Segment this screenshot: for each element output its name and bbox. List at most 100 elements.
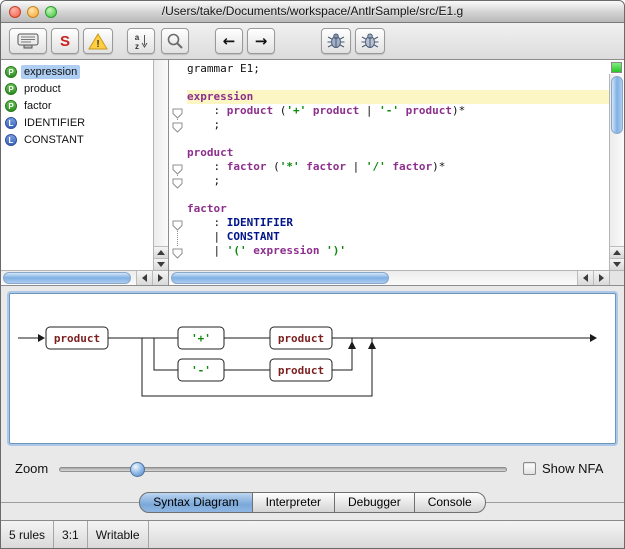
show-nfa-label: Show NFA — [542, 453, 603, 484]
rule-label: factor — [21, 99, 55, 113]
zoom-row: Zoom Show NFA — [1, 453, 624, 484]
zoom-slider-thumb[interactable] — [130, 462, 145, 477]
statusbar: 5 rules 3:1 Writable — [1, 520, 624, 549]
titlebar[interactable]: /Users/take/Documents/workspace/AntlrSam… — [1, 1, 624, 23]
scroll-up-button[interactable] — [610, 246, 624, 258]
svg-text:!: ! — [96, 39, 99, 50]
code-line — [187, 188, 609, 202]
rule-item-constant[interactable]: L CONSTANT — [1, 131, 153, 148]
tab-syntax-diagram[interactable]: Syntax Diagram — [139, 492, 252, 513]
scroll-down-button[interactable] — [610, 258, 624, 270]
show-nfa-checkbox[interactable] — [523, 462, 536, 475]
code-token: product — [406, 104, 452, 117]
rule-item-expression[interactable]: P expression — [1, 63, 153, 80]
code-token: : — [187, 216, 227, 229]
warnings-button[interactable]: ! — [83, 28, 113, 54]
debug-button[interactable] — [321, 28, 351, 54]
lexer-rule-icon: L — [5, 134, 17, 146]
sort-rules-icon: az — [133, 32, 149, 50]
scrollbar-thumb[interactable] — [3, 272, 131, 284]
loop-arrow-icon — [368, 341, 376, 349]
code-token: grammar E1; — [187, 62, 260, 75]
main-split: P expression P product P factor L IDENTI… — [1, 60, 624, 286]
code-token: | — [346, 160, 366, 173]
scroll-right-button[interactable] — [152, 271, 168, 285]
debug-remote-button[interactable] — [355, 28, 385, 54]
rule-label: IDENTIFIER — [21, 116, 88, 130]
code-token: product — [313, 104, 359, 117]
rule-item-factor[interactable]: P factor — [1, 97, 153, 114]
code-token: ( — [267, 160, 280, 173]
fold-marker-icon[interactable] — [172, 162, 183, 173]
rules-list: P expression P product P factor L IDENTI… — [1, 60, 153, 270]
window-title: /Users/take/Documents/workspace/AntlrSam… — [1, 1, 624, 22]
fold-marker-icon[interactable] — [172, 218, 183, 229]
scroll-left-button[interactable] — [577, 271, 593, 285]
node-label: product — [278, 332, 324, 345]
code-token: ; — [187, 174, 220, 187]
scroll-left-button[interactable] — [136, 271, 152, 285]
code-token: factor — [392, 160, 432, 173]
editor-code[interactable]: grammar E1; expression : product ('+' pr… — [187, 60, 609, 270]
lexer-rule-icon: L — [5, 117, 17, 129]
rule-item-product[interactable]: P product — [1, 80, 153, 97]
rules-vertical-scrollbar[interactable] — [153, 60, 168, 270]
code-token: )* — [452, 104, 465, 117]
scrollbar-thumb[interactable] — [171, 272, 389, 284]
code-line: : IDENTIFIER — [187, 216, 609, 230]
warning-icon: ! — [88, 33, 108, 50]
tab-interpreter[interactable]: Interpreter — [252, 492, 335, 513]
code-token: )* — [432, 160, 445, 173]
code-line: | '(' expression ')' — [187, 244, 609, 258]
rule-label: CONSTANT — [21, 133, 87, 147]
back-arrow-icon: ← — [223, 32, 236, 50]
find-button[interactable] — [161, 28, 189, 54]
down-arrow-icon — [157, 262, 165, 267]
code-token: ( — [273, 104, 286, 117]
code-token: expression — [253, 244, 319, 257]
rules-horizontal-scrollbar[interactable] — [1, 270, 168, 285]
syntax-diagram-canvas[interactable]: product '+' product '-' product — [10, 294, 615, 443]
back-button[interactable]: ← — [215, 28, 243, 54]
code-token: factor — [227, 160, 267, 173]
debug-icon — [326, 33, 346, 49]
forward-button[interactable]: → — [247, 28, 275, 54]
code-line: ; — [187, 118, 609, 132]
fold-marker-icon[interactable] — [172, 106, 183, 117]
zoom-button[interactable] — [45, 6, 57, 18]
code-token: '/' — [366, 160, 386, 173]
fold-marker-icon[interactable] — [172, 120, 183, 131]
right-arrow-icon — [599, 274, 604, 282]
sort-rules-button[interactable]: az — [127, 28, 155, 54]
scroll-right-button[interactable] — [593, 271, 609, 285]
scroll-up-button[interactable] — [154, 246, 168, 258]
editor-vertical-scrollbar[interactable] — [609, 74, 624, 270]
scrollbar-thumb[interactable] — [611, 76, 623, 134]
toolbar: S ! az ← → — [1, 23, 624, 60]
scroll-down-button[interactable] — [154, 258, 168, 270]
down-arrow-icon — [613, 262, 621, 267]
tab-debugger[interactable]: Debugger — [334, 492, 415, 513]
close-button[interactable] — [9, 6, 21, 18]
fold-marker-icon[interactable] — [172, 246, 183, 257]
rule-item-identifier[interactable]: L IDENTIFIER — [1, 114, 153, 131]
console-button[interactable] — [9, 28, 47, 54]
code-line: grammar E1; — [187, 62, 609, 76]
exit-arrow-icon — [590, 334, 597, 342]
syntax-coloring-button[interactable]: S — [51, 28, 79, 54]
code-line — [187, 132, 609, 146]
minimize-button[interactable] — [27, 6, 39, 18]
node-label: product — [54, 332, 100, 345]
zoom-slider[interactable] — [59, 467, 507, 472]
code-token: | — [359, 104, 379, 117]
code-token: expression — [187, 90, 253, 103]
tab-console[interactable]: Console — [414, 492, 486, 513]
up-arrow-icon — [157, 250, 165, 255]
code-token: '*' — [280, 160, 300, 173]
left-arrow-icon — [583, 274, 588, 282]
code-line — [187, 76, 609, 90]
editor-horizontal-scrollbar[interactable] — [169, 270, 609, 285]
fold-marker-icon[interactable] — [172, 176, 183, 187]
code-line: ; — [187, 174, 609, 188]
parser-rule-icon: P — [5, 83, 17, 95]
